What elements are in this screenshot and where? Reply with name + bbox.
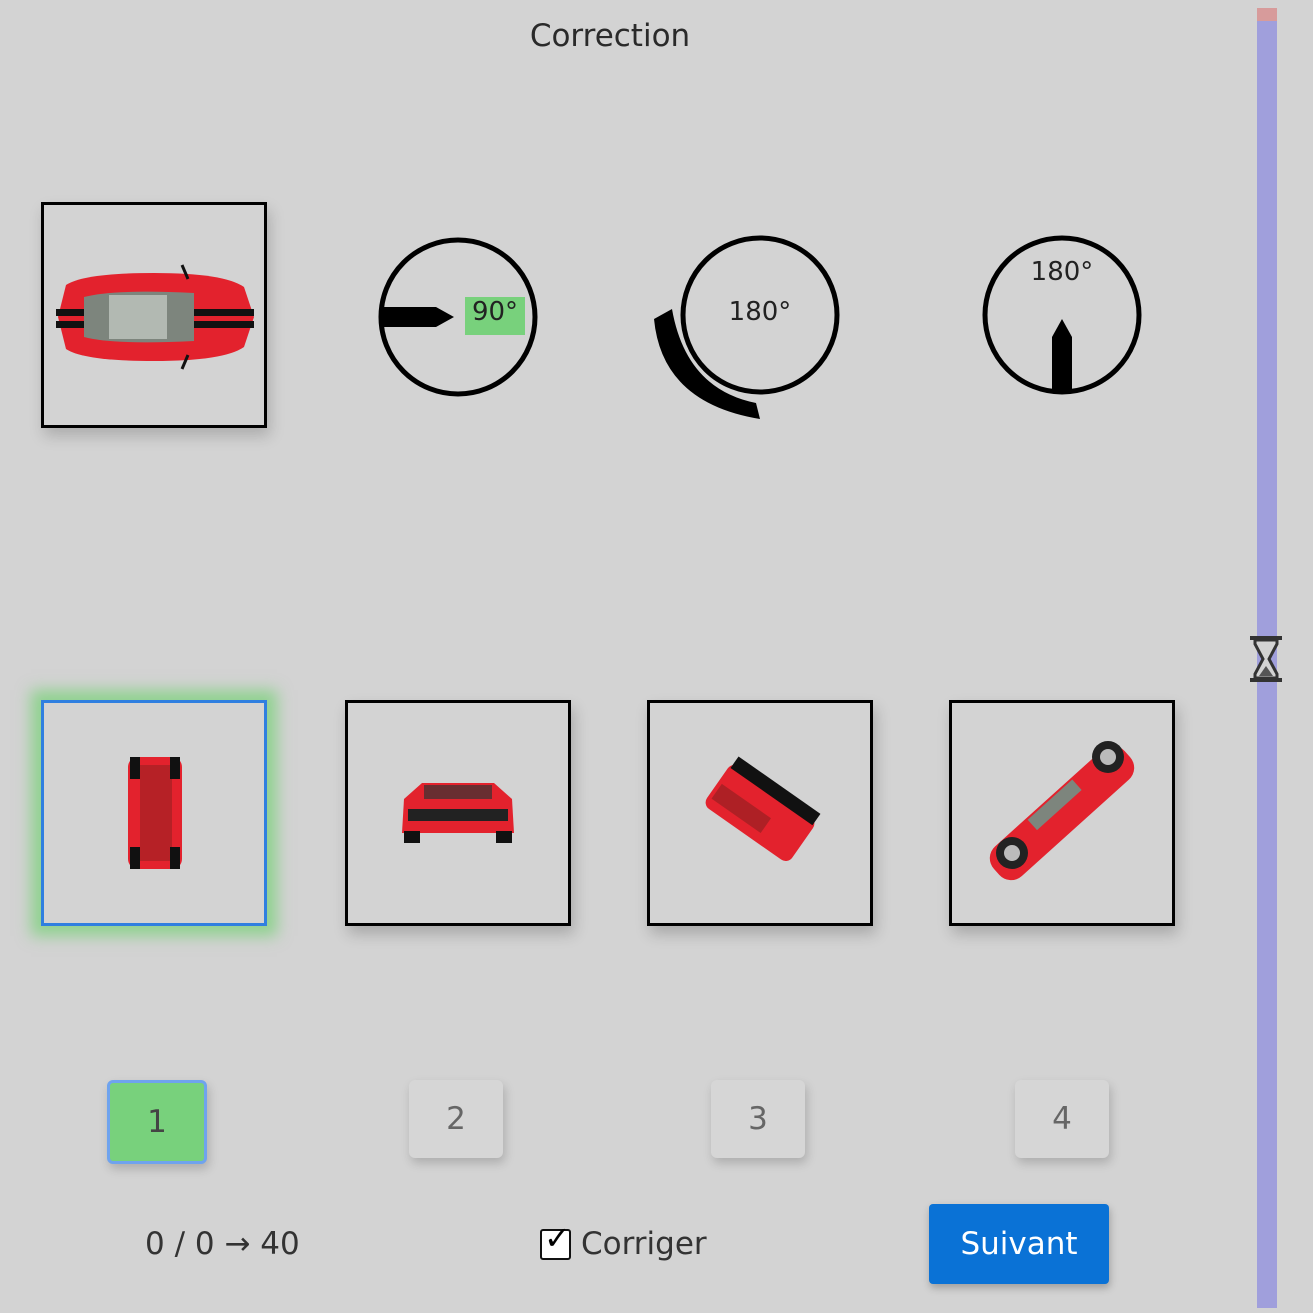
checkbox-checked-icon[interactable]: ✓	[540, 1222, 571, 1260]
timer-elapsed	[1257, 8, 1277, 21]
dial-2-label: 180°	[728, 297, 792, 327]
choice-image-3[interactable]	[647, 700, 873, 926]
choice-image-2[interactable]	[345, 700, 571, 926]
rotate-left-arrow-icon	[381, 307, 454, 327]
reference-image	[41, 202, 267, 428]
up-arrow-icon	[1052, 319, 1072, 392]
hourglass-icon	[1248, 634, 1284, 684]
dial-3-label: 180°	[1030, 257, 1094, 287]
dial-1-label: 90°	[471, 297, 519, 327]
rotation-dial-2	[646, 233, 846, 433]
corriger-checkbox[interactable]: ✓ Corriger	[540, 1222, 707, 1262]
answer-button-1[interactable]: 1	[107, 1080, 207, 1164]
answer-button-4[interactable]: 4	[1015, 1080, 1109, 1158]
checkbox-label[interactable]: Corriger	[581, 1226, 707, 1262]
answer-button-3[interactable]: 3	[711, 1080, 805, 1158]
page-title: Correction	[529, 18, 691, 54]
choice-image-4[interactable]	[949, 700, 1175, 926]
choice-image-1[interactable]	[41, 700, 267, 926]
answer-button-2[interactable]: 2	[409, 1080, 503, 1158]
car-top-view-image	[56, 264, 254, 370]
next-button[interactable]: Suivant	[929, 1204, 1109, 1284]
score-counter: 0 / 0 → 40	[145, 1226, 300, 1262]
